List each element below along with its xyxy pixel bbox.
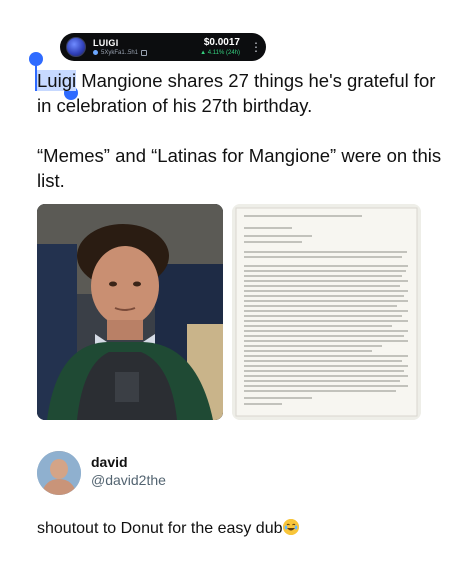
courtroom-photo-illustration: [37, 204, 223, 420]
token-address-row: 5XykFa1..5h1: [93, 49, 148, 56]
copy-icon[interactable]: [141, 49, 148, 56]
reply-author-handle[interactable]: @david2the: [91, 472, 166, 488]
reply-avatar[interactable]: [37, 451, 81, 495]
post-photo-document[interactable]: [232, 204, 421, 420]
price-block: $0.0017 ▲ 4.11% (24h): [200, 37, 240, 57]
chain-dot-icon: [93, 50, 98, 55]
post-body: Luigi Mangione shares 27 things he's gra…: [37, 68, 442, 218]
post-paragraph-2: “Memes” and “Latinas for Mangione” were …: [37, 145, 442, 191]
post-photo-courtroom[interactable]: [37, 204, 223, 420]
document-page-illustration: [232, 204, 421, 420]
post-line1-rest: Mangione shares 27 things he's grateful …: [37, 70, 436, 116]
laughing-emoji-icon: [282, 519, 299, 535]
selection-start-handle[interactable]: [29, 52, 43, 66]
post-paragraph-1: Luigi Mangione shares 27 things he's gra…: [37, 68, 442, 118]
token-info: LUIGI 5XykFa1..5h1: [93, 37, 148, 56]
token-price-pill[interactable]: LUIGI 5XykFa1..5h1 $0.0017 ▲ 4.11% (24h)…: [60, 33, 266, 61]
reply-text-content: shoutout to Donut for the easy dub: [37, 520, 283, 537]
avatar-photo-illustration: [37, 451, 81, 495]
token-price: $0.0017: [203, 37, 240, 48]
selected-text[interactable]: Luigi: [37, 70, 77, 91]
reply-author-name[interactable]: david: [91, 454, 128, 470]
reply-text: shoutout to Donut for the easy dub: [37, 519, 299, 538]
token-name: LUIGI: [93, 37, 119, 48]
vertical-dots-icon[interactable]: ⋮: [250, 41, 262, 53]
token-avatar-icon: [66, 37, 86, 57]
token-change: ▲ 4.11% (24h): [200, 50, 240, 56]
token-address: 5XykFa1..5h1: [101, 49, 139, 56]
